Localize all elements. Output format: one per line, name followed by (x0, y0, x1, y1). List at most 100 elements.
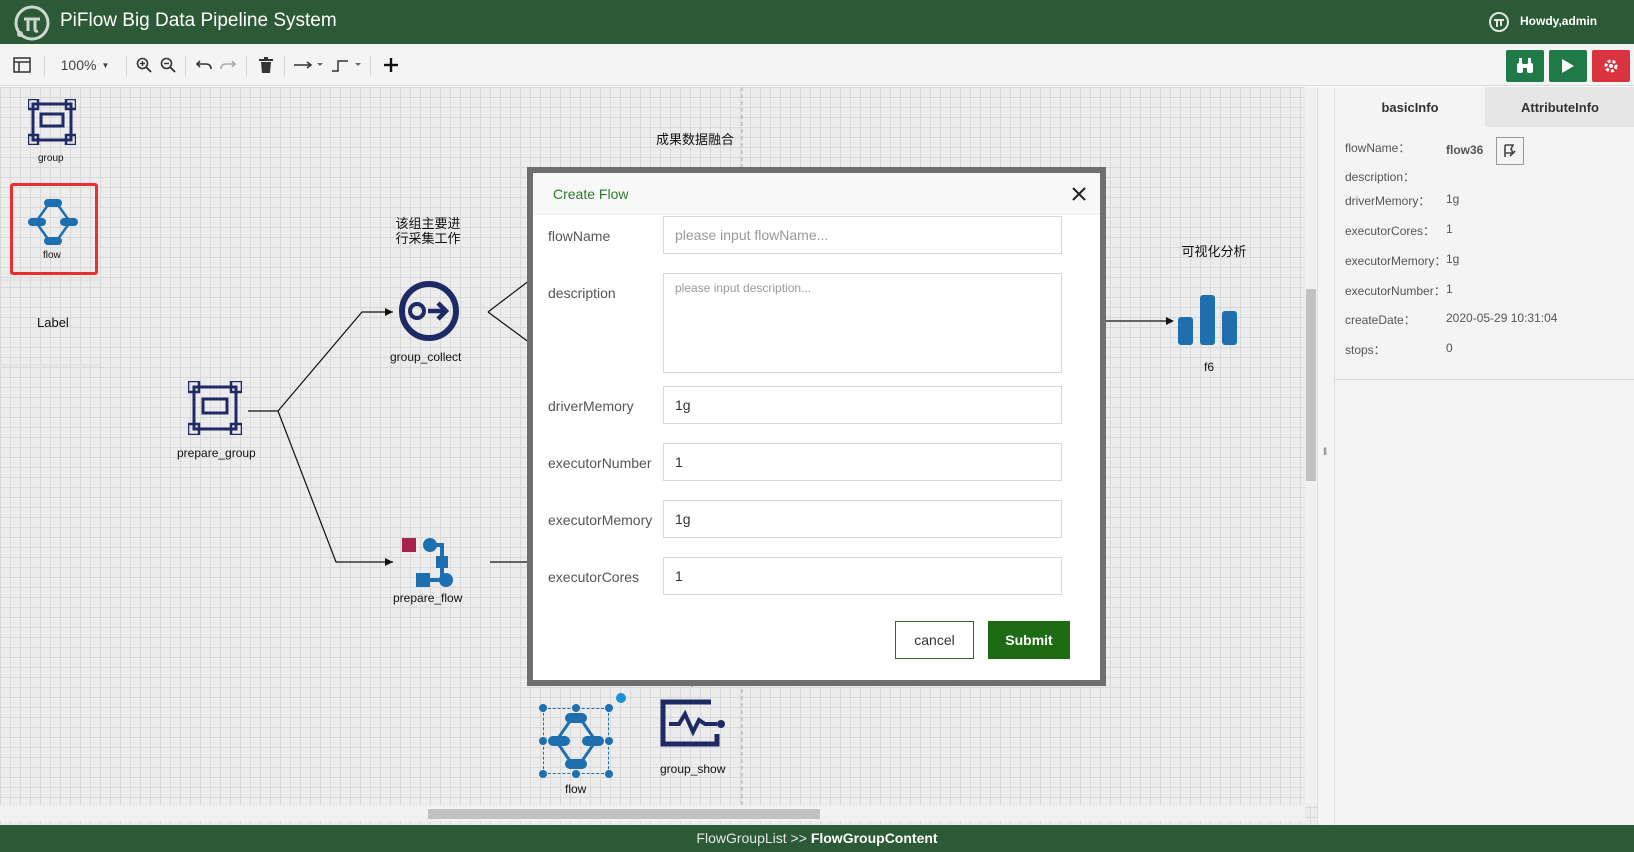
group-collect-icon[interactable] (398, 280, 460, 342)
undo-icon[interactable] (194, 53, 214, 77)
field-label-description: description： (1345, 170, 1416, 184)
edge-prepare-to-flow (277, 410, 393, 563)
breadcrumb: FlowGroupList >> FlowGroupContent (0, 825, 1634, 852)
toolbar-divider (246, 56, 247, 76)
palette-flow-label: flow (43, 250, 61, 261)
palette-label-item[interactable]: Label (37, 315, 69, 330)
node-label-group-show: group_show (660, 762, 726, 776)
add-icon[interactable] (380, 53, 402, 77)
executor-cores-input[interactable] (663, 557, 1062, 595)
user-greeting[interactable]: Howdy,admin (1520, 14, 1597, 28)
submit-button[interactable]: Submit (988, 621, 1070, 659)
toolbar-divider (370, 56, 371, 76)
cancel-button[interactable]: cancel (895, 621, 974, 659)
node-label-flow: flow (565, 782, 587, 796)
node-label-prepare-flow: prepare_flow (393, 591, 463, 605)
field-label-create-date: createDate： (1345, 313, 1416, 327)
edge-collect-out (487, 279, 531, 344)
edit-flow-button[interactable] (1496, 137, 1524, 165)
run-icon (1562, 59, 1574, 73)
toolbar-divider (185, 56, 186, 76)
canvas-horizontal-scrollbar[interactable] (0, 805, 1305, 821)
flowname-input[interactable] (663, 216, 1062, 254)
settings-button[interactable] (1592, 50, 1630, 82)
zoom-in-icon[interactable] (134, 53, 154, 77)
breadcrumb-parent[interactable]: FlowGroupList (696, 830, 786, 846)
tab-basic-info[interactable]: basicInfo (1335, 87, 1485, 127)
field-label-stops: stops： (1345, 343, 1386, 357)
panel-divider (1335, 379, 1634, 380)
field-value-stops: 0 (1446, 341, 1453, 355)
field-label-driver-memory: driverMemory： (1345, 194, 1431, 208)
node-label-f6: f6 (1204, 360, 1215, 374)
app-title: PiFlow Big Data Pipeline System (60, 10, 337, 31)
field-label-executor-memory: executorMemory： (1345, 254, 1447, 268)
close-icon[interactable] (1070, 185, 1088, 203)
create-flow-dialog: Create Flow flowName description driverM… (527, 167, 1106, 686)
zoom-select[interactable]: 100% ▼ (55, 53, 115, 77)
executor-number-input[interactable] (663, 443, 1062, 481)
executor-memory-input[interactable] (663, 500, 1062, 538)
field-value-executor-number: 1 (1446, 282, 1453, 296)
field-label-executor-cores: executorCores： (1345, 224, 1436, 238)
run-button[interactable] (1549, 50, 1587, 82)
prepare-group-icon[interactable] (188, 381, 242, 435)
field-label-flowname: flowName： (1345, 141, 1411, 155)
driver-memory-label: driverMemory (548, 398, 634, 414)
zoom-value: 100% (60, 57, 97, 73)
note-visual[interactable]: 可视化分析 (1174, 244, 1254, 259)
group-show-icon[interactable] (659, 698, 727, 748)
tab-attribute-info[interactable]: AttributeInfo (1485, 87, 1634, 127)
executor-number-label: executorNumber (548, 455, 652, 471)
flowname-label: flowName (548, 228, 611, 244)
field-value-flowname: flow36 (1446, 143, 1484, 157)
executor-memory-label: executorMemory (548, 512, 653, 528)
find-icon (1517, 58, 1533, 73)
toolbar-divider (126, 56, 127, 76)
panel-splitter[interactable]: ‖ (1317, 87, 1335, 825)
top-bar: PiFlow Big Data Pipeline System Howdy,ad… (0, 0, 1634, 44)
find-button[interactable] (1506, 50, 1544, 82)
dialog-header: Create Flow (533, 173, 1100, 215)
toolbar-divider (284, 56, 285, 76)
palette-group-label: group (38, 153, 64, 164)
scrollbar-thumb[interactable] (428, 809, 820, 819)
canvas-vertical-scrollbar[interactable] (1305, 87, 1317, 805)
field-value-executor-cores: 1 (1446, 222, 1453, 236)
settings-icon (1604, 59, 1618, 73)
prepare-flow-icon[interactable] (402, 536, 454, 588)
note-fusion[interactable]: 成果数据融合 (650, 132, 740, 147)
field-label-executor-number: executorNumber： (1345, 284, 1446, 298)
format-panel-icon[interactable] (10, 53, 34, 77)
edge-prepare-to-collect (248, 311, 393, 412)
properties-panel: basicInfo AttributeInfo flowName： flow36… (1335, 87, 1634, 825)
palette-group-icon[interactable] (28, 99, 76, 145)
scrollbar-thumb[interactable] (1306, 289, 1316, 481)
bar-chart-icon[interactable] (1178, 295, 1238, 345)
description-input[interactable] (663, 273, 1062, 373)
grip-icon: ‖ (1323, 447, 1328, 458)
user-logo-icon[interactable] (1488, 11, 1510, 33)
chevron-down-icon: ▼ (101, 60, 110, 70)
waypoints-icon[interactable] (330, 53, 364, 77)
connection-style-icon[interactable] (292, 53, 326, 77)
editor-toolbar: 100% ▼ (0, 44, 1634, 86)
field-value-driver-memory: 1g (1446, 192, 1460, 206)
toolbar-divider (44, 56, 45, 76)
redo-icon[interactable] (218, 53, 238, 77)
palette-flow-icon[interactable] (28, 199, 78, 245)
note-collect[interactable]: 该组主要进 行采集工作 (388, 216, 468, 246)
delete-icon[interactable] (256, 53, 276, 77)
zoom-out-icon[interactable] (158, 53, 178, 77)
breadcrumb-current: FlowGroupContent (810, 830, 938, 846)
flow-node-icon[interactable] (534, 691, 628, 785)
field-value-executor-memory: 1g (1446, 252, 1460, 266)
field-value-create-date: 2020-05-29 10:31:04 (1446, 311, 1558, 325)
driver-memory-input[interactable] (663, 386, 1062, 424)
executor-cores-label: executorCores (548, 569, 640, 585)
node-label-group-collect: group_collect (390, 350, 462, 364)
node-label-prepare-group: prepare_group (177, 446, 256, 460)
panel-tabs: basicInfo AttributeInfo (1335, 87, 1634, 127)
edit-icon (1504, 144, 1516, 157)
dialog-title: Create Flow (553, 186, 629, 202)
